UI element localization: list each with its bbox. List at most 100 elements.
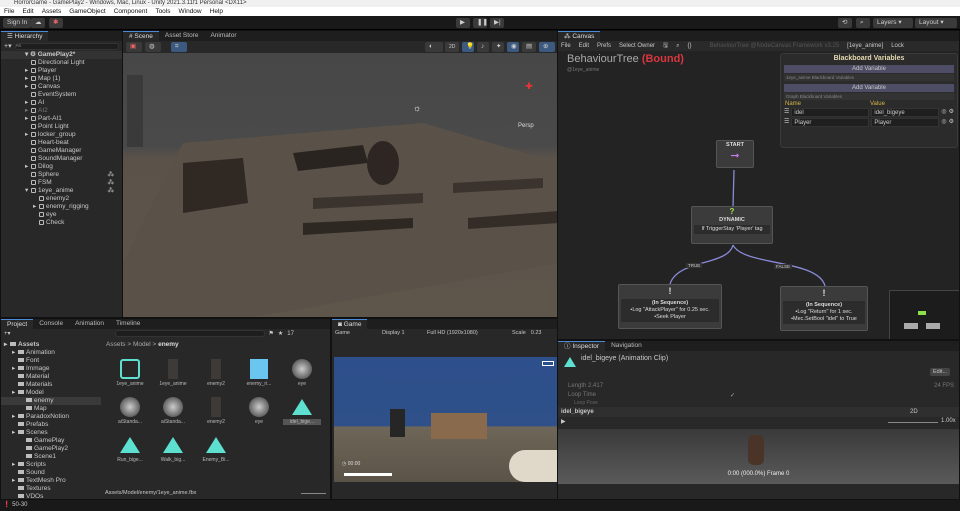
- tab-timeline[interactable]: Timeline: [110, 319, 146, 329]
- breadcrumb-model[interactable]: Model: [133, 341, 151, 348]
- add-variable-button[interactable]: Add Variable: [784, 65, 954, 73]
- add-icon[interactable]: +▾: [4, 42, 12, 50]
- hierarchy-item[interactable]: GameManager: [1, 147, 122, 155]
- hierarchy-item[interactable]: enemy2: [1, 195, 122, 203]
- menu-tools[interactable]: Tools: [155, 7, 170, 16]
- add-graph-variable-button[interactable]: Add Variable: [784, 84, 954, 92]
- tab-game[interactable]: ◙ Game: [332, 319, 368, 329]
- project-folder[interactable]: ▸ Assets: [1, 341, 101, 349]
- project-folder[interactable]: Textures: [1, 485, 101, 493]
- project-folder[interactable]: Material: [1, 373, 101, 381]
- asset-item[interactable]: enemy2: [197, 395, 235, 425]
- 2d-toggle[interactable]: 2D: [445, 42, 459, 52]
- loop-time-checkbox[interactable]: ✓: [730, 392, 735, 399]
- draw-mode-button[interactable]: ▣: [126, 42, 142, 52]
- project-folder[interactable]: GamePlay: [1, 437, 101, 445]
- project-folder[interactable]: ▸ Animation: [1, 349, 101, 357]
- history-icon[interactable]: ⟲: [838, 18, 852, 28]
- target-icon[interactable]: ◎: [941, 118, 946, 127]
- hierarchy-item[interactable]: ▸ AI: [1, 99, 122, 107]
- hierarchy-item[interactable]: Point Light: [1, 123, 122, 131]
- project-folder[interactable]: Scene1: [1, 453, 101, 461]
- axis-gizmo[interactable]: ✚: [516, 81, 542, 121]
- edit-button[interactable]: Edit...: [930, 368, 951, 376]
- asset-item[interactable]: aiStanda...: [111, 395, 149, 425]
- project-folder[interactable]: Materials: [1, 381, 101, 389]
- project-folder[interactable]: ▸ Scripts: [1, 461, 101, 469]
- hierarchy-item[interactable]: ▾ 1eye_anime ⁂: [1, 187, 122, 195]
- preview-play-button[interactable]: ▶: [561, 418, 566, 425]
- asset-item[interactable]: aiStanda...: [154, 395, 192, 425]
- light-icon[interactable]: ☼: [413, 103, 421, 113]
- project-folder[interactable]: ▸ Model: [1, 389, 101, 397]
- dynamic-node[interactable]: ? DYNAMIC If TriggerStay 'Player' tag: [691, 206, 773, 244]
- scene-root[interactable]: ▾ ⚙ GamePlay2*: [1, 51, 122, 59]
- asset-item[interactable]: 1eye_anime: [111, 357, 149, 387]
- project-folder[interactable]: GamePlay2: [1, 445, 101, 453]
- cloud-icon[interactable]: ☁: [31, 18, 45, 28]
- hierarchy-item[interactable]: FSM ⁂: [1, 179, 122, 187]
- icon-size-slider[interactable]: [301, 493, 326, 494]
- display-dropdown[interactable]: Display 1: [382, 329, 422, 338]
- filter-icon[interactable]: ⚑: [269, 330, 274, 337]
- search-icon[interactable]: ⌕: [856, 18, 870, 28]
- project-folder[interactable]: ▸ TextMesh Pro: [1, 477, 101, 485]
- lighting-toggle[interactable]: 💡: [462, 42, 474, 52]
- hierarchy-item[interactable]: eye: [1, 211, 122, 219]
- hidden-toggle[interactable]: ◉: [507, 42, 519, 52]
- variable-value-field[interactable]: Player: [871, 118, 940, 127]
- variable-value-field[interactable]: idel_bigeye: [871, 108, 940, 117]
- pause-button[interactable]: ❚❚: [473, 18, 488, 28]
- menu-gameobject[interactable]: GameObject: [69, 7, 106, 16]
- tab-animation[interactable]: Animation: [69, 319, 110, 329]
- hierarchy-item[interactable]: ▸ Dilog: [1, 163, 122, 171]
- preview-2d-toggle[interactable]: 2D: [910, 407, 918, 417]
- animation-preview[interactable]: 0:00 (000.0%) Frame 0: [558, 429, 959, 484]
- asset-item[interactable]: Run_bige...: [111, 433, 149, 463]
- play-button[interactable]: ▶: [456, 18, 470, 28]
- persp-label[interactable]: Persp: [518, 123, 534, 129]
- menu-window[interactable]: Window: [179, 7, 202, 16]
- game-mode-dropdown[interactable]: Game: [335, 329, 377, 338]
- hierarchy-item[interactable]: ▸ Player: [1, 67, 122, 75]
- menu-assets[interactable]: Assets: [42, 7, 62, 16]
- drag-handle-icon[interactable]: ☰: [784, 118, 789, 127]
- tab-project[interactable]: Project: [1, 319, 34, 329]
- variable-name-field[interactable]: idel: [791, 108, 870, 117]
- asset-item[interactable]: eye: [240, 395, 278, 425]
- asset-item[interactable]: enemy2: [197, 357, 235, 387]
- collab-icon[interactable]: ✱: [49, 18, 63, 28]
- project-folder[interactable]: ▸ Scenes: [1, 429, 101, 437]
- hierarchy-item[interactable]: ▸ locker_group: [1, 131, 122, 139]
- asset-item[interactable]: enemy_ri...: [240, 357, 278, 387]
- attack-sequence-node[interactable]: ! (In Sequence) •Log "AttackPlayer" for …: [618, 284, 722, 329]
- asset-item[interactable]: idel_bige...: [283, 395, 321, 425]
- star-icon[interactable]: ★: [278, 330, 283, 337]
- tab-navigation[interactable]: Navigation: [605, 341, 648, 351]
- project-folder[interactable]: Prefabs: [1, 421, 101, 429]
- project-folder[interactable]: Font: [1, 357, 101, 365]
- gear-icon[interactable]: ⚙: [949, 108, 954, 117]
- asset-item[interactable]: eye: [283, 357, 321, 387]
- fx-toggle[interactable]: ✦: [492, 42, 504, 52]
- project-folder[interactable]: Sound: [1, 469, 101, 477]
- hierarchy-item[interactable]: ▸ Part-AI1: [1, 115, 122, 123]
- render-mode-button[interactable]: ◐: [425, 42, 443, 52]
- gear-icon[interactable]: ⚙: [949, 118, 954, 127]
- hierarchy-item[interactable]: ▸ enemy_rigging: [1, 203, 122, 211]
- tab-inspector[interactable]: ⓘ Inspector: [558, 341, 606, 351]
- breadcrumb-enemy[interactable]: enemy: [158, 341, 179, 348]
- breadcrumb-assets[interactable]: Assets: [106, 341, 126, 348]
- asset-item[interactable]: 1eye_anime: [154, 357, 192, 387]
- project-folder[interactable]: enemy: [1, 397, 101, 405]
- hierarchy-item[interactable]: Sphere ⁂: [1, 171, 122, 179]
- layers-dropdown[interactable]: Layers ▾: [873, 18, 913, 28]
- tab-hierarchy[interactable]: ☰ Hierarchy: [1, 31, 49, 41]
- project-folder[interactable]: ▸ ParadoxNotion: [1, 413, 101, 421]
- project-folder[interactable]: ▸ Immage: [1, 365, 101, 373]
- hierarchy-item[interactable]: ▸ Canvas: [1, 83, 122, 91]
- drag-handle-icon[interactable]: ☰: [784, 108, 789, 117]
- create-icon[interactable]: +▾: [4, 330, 11, 337]
- layout-dropdown[interactable]: Layout ▾: [915, 18, 957, 28]
- hierarchy-item[interactable]: Heart-beat: [1, 139, 122, 147]
